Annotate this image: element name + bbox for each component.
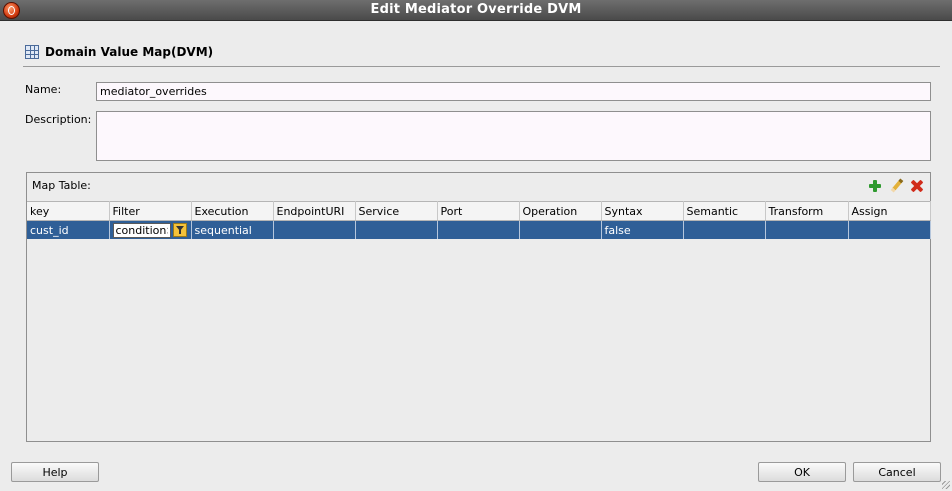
cancel-button[interactable]: Cancel [853, 462, 941, 482]
cell-transform[interactable] [765, 220, 849, 239]
name-field[interactable] [96, 82, 931, 101]
column-header-syntax[interactable]: Syntax [601, 201, 684, 221]
filter-input[interactable] [112, 222, 171, 238]
dvm-header-title: Domain Value Map(DVM) [45, 45, 214, 59]
add-icon[interactable] [866, 177, 884, 195]
column-header-semantic[interactable]: Semantic [683, 201, 766, 221]
table-row[interactable]: cust_id sequential false [27, 220, 931, 239]
map-table-panel: Map Table: key Filter Execution Endpoint… [26, 172, 931, 442]
column-header-filter[interactable]: Filter [109, 201, 192, 221]
map-table-toolbar [866, 177, 926, 195]
cell-filter[interactable] [109, 220, 192, 239]
ok-button[interactable]: OK [758, 462, 846, 482]
dvm-header: Domain Value Map(DVM) [25, 43, 213, 61]
column-header-endpointuri[interactable]: EndpointURI [273, 201, 356, 221]
cell-syntax[interactable]: false [601, 220, 684, 239]
cell-port[interactable] [437, 220, 520, 239]
description-field[interactable] [96, 111, 931, 161]
help-button[interactable]: Help [11, 462, 99, 482]
delete-icon[interactable] [908, 177, 926, 195]
edit-icon[interactable] [887, 177, 905, 195]
map-table: key Filter Execution EndpointURI Service… [27, 201, 931, 239]
column-header-assign[interactable]: Assign [848, 201, 931, 221]
column-header-key[interactable]: key [27, 201, 110, 221]
filter-editor [112, 222, 188, 238]
resize-grip[interactable] [942, 481, 950, 489]
filter-icon[interactable] [172, 223, 187, 237]
window-title: Edit Mediator Override DVM [370, 2, 582, 17]
dialog-body: Domain Value Map(DVM) Name: Description:… [11, 30, 940, 450]
title-bar: Edit Mediator Override DVM [0, 0, 952, 21]
column-header-operation[interactable]: Operation [519, 201, 602, 221]
name-label: Name: [25, 83, 62, 96]
map-table-label: Map Table: [32, 179, 91, 192]
map-table-header-row: key Filter Execution EndpointURI Service… [27, 201, 931, 221]
column-header-execution[interactable]: Execution [191, 201, 274, 221]
description-label: Description: [25, 113, 92, 126]
header-separator [23, 66, 940, 67]
cell-assign[interactable] [848, 220, 931, 239]
cell-execution[interactable]: sequential [191, 220, 274, 239]
cell-operation[interactable] [519, 220, 602, 239]
cell-key[interactable]: cust_id [27, 220, 110, 239]
cell-semantic[interactable] [683, 220, 766, 239]
column-header-service[interactable]: Service [355, 201, 438, 221]
cell-endpointuri[interactable] [273, 220, 356, 239]
column-header-port[interactable]: Port [437, 201, 520, 221]
cell-service[interactable] [355, 220, 438, 239]
column-header-transform[interactable]: Transform [765, 201, 849, 221]
table-grid-icon [25, 45, 39, 59]
